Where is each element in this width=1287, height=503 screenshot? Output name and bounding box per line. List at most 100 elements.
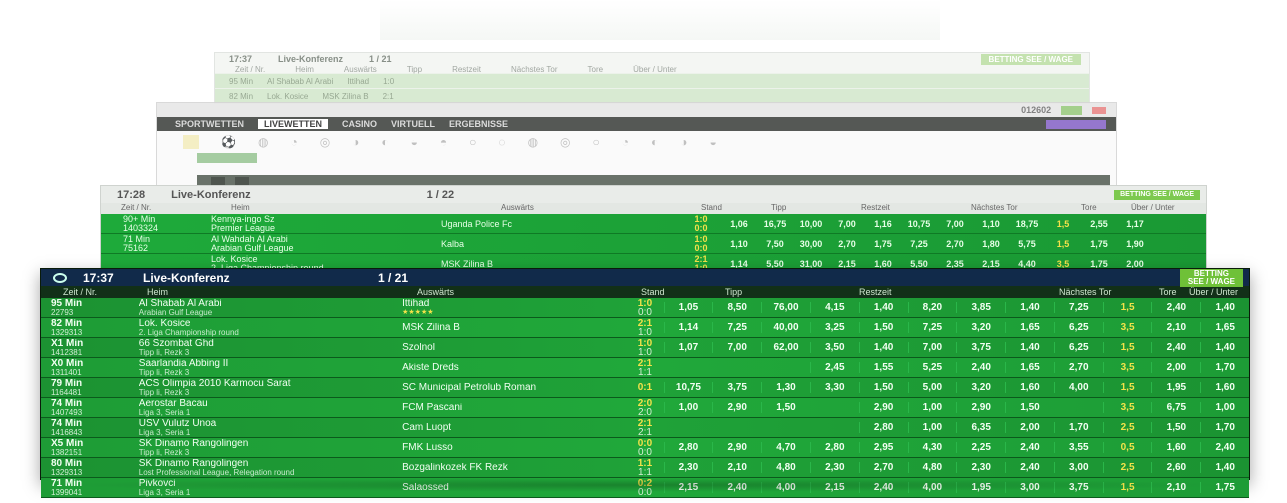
handball-icon[interactable]: ◐ <box>381 135 388 149</box>
odds-button[interactable]: 5,25 <box>907 362 957 373</box>
table-row[interactable]: 82 Min Lok. Kosice MSK Zilina B 2:1 <box>215 88 1089 103</box>
odds-button[interactable]: 2,80 <box>809 442 859 453</box>
sport-icon[interactable]: ◌ <box>498 135 505 149</box>
odds-button[interactable]: 31,00 <box>793 259 829 269</box>
odds-button[interactable]: 1,80 <box>973 239 1009 249</box>
table-row[interactable]: 71 Min 75162 Al Wahdah Al Arabi Arabian Gul… <box>101 234 1206 254</box>
sport-icon[interactable]: ◍ <box>528 135 538 149</box>
table-row[interactable]: X0 Min 1311401 Saarlandia Abbing II Tipp li… <box>41 358 1249 378</box>
odds-button[interactable]: 2,40 <box>1005 462 1054 473</box>
odds-button[interactable]: 1,10 <box>721 239 757 249</box>
odds-button[interactable]: 2,00 <box>1151 362 1200 373</box>
odds-button[interactable]: 8,20 <box>907 302 957 313</box>
odds-button[interactable]: 2,5 <box>1102 422 1152 433</box>
odds-button[interactable]: 1,05 <box>663 302 713 313</box>
odds-button[interactable]: 1,16 <box>865 219 901 229</box>
odds-button[interactable]: 1,00 <box>907 402 957 413</box>
nav-virtuell[interactable]: VIRTUELL <box>391 119 435 129</box>
odds-button[interactable]: 2,80 <box>858 422 908 433</box>
odds-button[interactable]: 5,50 <box>901 259 937 269</box>
odds-button[interactable]: 1,40 <box>1005 302 1054 313</box>
filter-pill[interactable] <box>197 153 257 163</box>
hockey-icon[interactable]: ◎ <box>320 135 330 149</box>
odds-button[interactable]: 2,40 <box>1151 302 1200 313</box>
table-row[interactable]: X5 Min 1382151 SK Dinamo Rangolingen Tipp l… <box>41 438 1249 458</box>
odds-button[interactable]: 1,60 <box>1151 442 1200 453</box>
sport-icon[interactable]: ◔ <box>622 135 629 149</box>
odds-button[interactable]: 1,65 <box>1005 322 1054 333</box>
odds-button[interactable]: 7,00 <box>712 342 761 353</box>
odds-button[interactable]: 2,80 <box>663 442 713 453</box>
odds-button[interactable]: 1,50 <box>858 382 908 393</box>
login-field[interactable] <box>1046 119 1106 129</box>
odds-button[interactable]: 1,5 <box>1045 239 1081 249</box>
odds-button[interactable]: 1,70 <box>1200 422 1249 433</box>
odds-button[interactable]: 7,25 <box>1053 302 1103 313</box>
odds-button[interactable]: 3,5 <box>1102 322 1152 333</box>
odds-button[interactable]: 3,55 <box>1053 442 1103 453</box>
odds-button[interactable]: 1,50 <box>1151 422 1200 433</box>
odds-button[interactable]: 1,00 <box>1200 402 1249 413</box>
odds-button[interactable]: 1,40 <box>1005 342 1054 353</box>
odds-button[interactable]: 6,25 <box>1053 342 1103 353</box>
odds-button[interactable]: 1,40 <box>1200 342 1249 353</box>
odds-button[interactable]: 4,80 <box>907 462 957 473</box>
odds-button[interactable]: 2,40 <box>1151 342 1200 353</box>
odds-button[interactable]: 1,40 <box>1200 302 1249 313</box>
odds-button[interactable]: 1,75 <box>1081 239 1117 249</box>
bar-button[interactable] <box>211 177 225 185</box>
odds-button[interactable]: 1,00 <box>663 402 713 413</box>
odds-button[interactable]: 2,90 <box>956 402 1005 413</box>
odds-button[interactable]: 2,15 <box>973 259 1009 269</box>
odds-button[interactable]: 2,70 <box>829 239 865 249</box>
odds-button[interactable]: 1,60 <box>1005 382 1054 393</box>
odds-button[interactable]: 3,20 <box>956 322 1005 333</box>
odds-button[interactable]: 2,90 <box>712 402 761 413</box>
table-row[interactable]: X1 Min 1412381 66 Szombat Ghd Tipp li, Rezk… <box>41 338 1249 358</box>
odds-button[interactable]: 4,80 <box>761 462 810 473</box>
odds-button[interactable]: 3,50 <box>809 342 859 353</box>
odds-button[interactable]: 1,07 <box>663 342 713 353</box>
odds-button[interactable]: 40,00 <box>761 322 810 333</box>
odds-button[interactable]: 3,85 <box>956 302 1005 313</box>
nav-livewetten[interactable]: LIVEWETTEN <box>258 119 328 129</box>
table-row[interactable]: 95 Min Al Shabab Al Arabi Ittihad 1:0 <box>215 73 1089 88</box>
odds-button[interactable]: 5,75 <box>1009 239 1045 249</box>
odds-button[interactable]: 16,75 <box>757 219 793 229</box>
odds-button[interactable]: 1,40 <box>858 342 908 353</box>
odds-button[interactable]: 5,00 <box>907 382 957 393</box>
odds-button[interactable]: 1,06 <box>721 219 757 229</box>
odds-button[interactable]: 1,95 <box>1151 382 1200 393</box>
odds-button[interactable]: 3,20 <box>956 382 1005 393</box>
odds-button[interactable]: 2,35 <box>937 259 973 269</box>
odds-button[interactable]: 62,00 <box>761 342 810 353</box>
odds-button[interactable]: 2,00 <box>1005 422 1054 433</box>
odds-button[interactable]: 1,60 <box>865 259 901 269</box>
odds-button[interactable]: 3,30 <box>809 382 859 393</box>
odds-button[interactable]: 2,15 <box>829 259 865 269</box>
table-row[interactable]: 80 Min 1329313 SK Dinamo Rangolingen Lost P… <box>41 458 1249 478</box>
odds-button[interactable]: 1,50 <box>761 402 810 413</box>
odds-button[interactable]: 1,14 <box>721 259 757 269</box>
volleyball-icon[interactable]: ◑ <box>352 135 359 149</box>
odds-button[interactable]: 1,50 <box>1005 402 1054 413</box>
soccer-icon[interactable]: ⚽ <box>221 135 236 149</box>
odds-button[interactable]: 4,70 <box>761 442 810 453</box>
odds-button[interactable]: 7,50 <box>757 239 793 249</box>
odds-button[interactable]: 1,90 <box>1117 239 1153 249</box>
sport-icon[interactable]: ◒ <box>710 135 717 149</box>
odds-button[interactable]: 1,00 <box>907 422 957 433</box>
nav-sportwetten[interactable]: SPORTWETTEN <box>175 119 244 129</box>
all-sports-icon[interactable] <box>183 135 199 149</box>
odds-button[interactable]: 1,75 <box>1081 259 1117 269</box>
odds-button[interactable]: 3,75 <box>712 382 761 393</box>
odds-button[interactable]: 2,25 <box>956 442 1005 453</box>
basketball-icon[interactable]: ◍ <box>258 135 268 149</box>
odds-button[interactable]: 3,5 <box>1102 402 1152 413</box>
flag-icon[interactable] <box>1092 106 1106 114</box>
odds-button[interactable]: 2,70 <box>937 239 973 249</box>
account-button[interactable] <box>1061 105 1082 115</box>
odds-button[interactable]: 2,40 <box>1200 442 1249 453</box>
odds-button[interactable]: 2,10 <box>1151 322 1200 333</box>
odds-button[interactable]: 2,30 <box>663 462 713 473</box>
